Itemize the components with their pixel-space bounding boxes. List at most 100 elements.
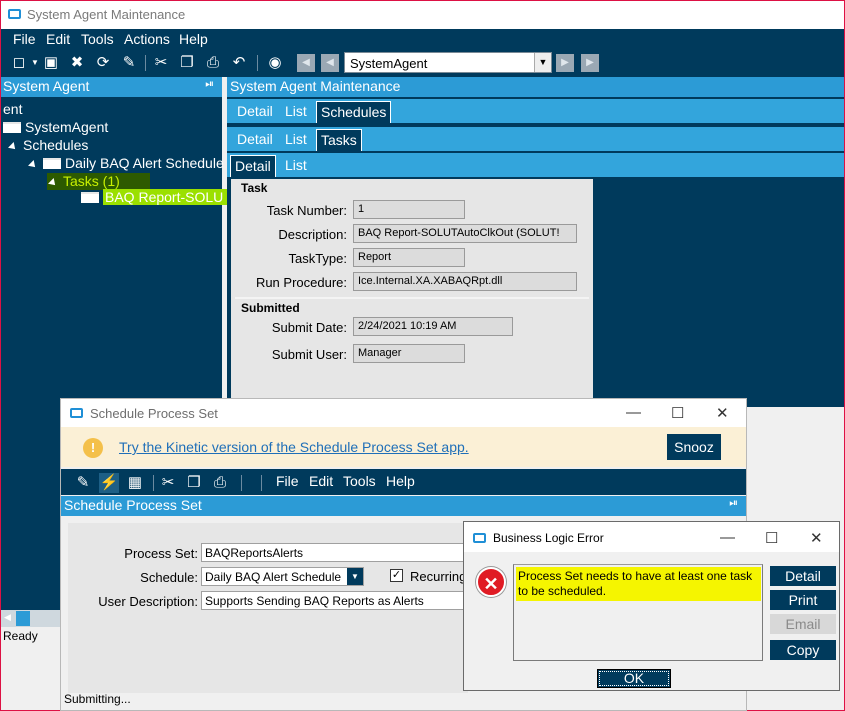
cut-icon[interactable]: ✂ [151,53,171,73]
panel-title-bar: System Agent Maintenance [227,77,844,97]
user-description-label: User Description: [98,594,198,609]
app-icon [70,408,83,418]
user-description-field[interactable]: Supports Sending BAQ Reports as Alerts [201,591,471,610]
last-record-icon[interactable]: ▶ [581,54,599,72]
ok-button[interactable]: OK [597,669,671,688]
delete-icon[interactable]: ✖ [67,53,87,73]
clear-icon[interactable]: ✎ [73,473,93,493]
maximize-icon[interactable]: ☐ [671,404,684,422]
folder-icon [81,192,99,203]
copy-icon[interactable]: ❐ [177,53,197,73]
tree-node-label: Tasks (1) [63,173,120,189]
pin-icon[interactable]: ⏯ [205,78,214,91]
tree-node-label: BAQ Report-SOLU [103,189,240,205]
tab-tasks[interactable]: Tasks [316,129,362,151]
tasktype-field[interactable]: Report [353,248,465,267]
panel-title: System Agent Maintenance [230,78,401,94]
tree-node-schedules[interactable]: Schedules [8,137,89,153]
system-agent-combo[interactable]: SystemAgent ▼ [344,52,552,73]
tab-list[interactable]: List [281,155,311,177]
maximize-icon[interactable]: ☐ [765,529,778,547]
tab-detail[interactable]: Detail [233,101,277,123]
paste-icon[interactable]: ⎙ [203,53,223,73]
previous-record-icon[interactable]: ◀ [321,54,339,72]
tree-node-system-agent[interactable]: SystemAgent [3,119,108,135]
submit-date-field[interactable]: 2/24/2021 10:19 AM [353,317,513,336]
refresh-icon[interactable]: ⟳ [93,53,113,73]
recurring-label: Recurring [410,569,467,584]
copy-icon[interactable]: ❐ [184,473,204,493]
expand-icon[interactable] [8,142,18,152]
recurring-checkbox[interactable]: ✓ [390,569,403,582]
expand-icon[interactable] [48,178,58,188]
task-number-label: Task Number: [266,203,347,218]
menu-actions[interactable]: Actions [124,31,170,47]
schedule-combo[interactable]: Daily BAQ Alert Schedule ▼ [201,567,364,586]
submit-user-field[interactable]: Manager [353,344,465,363]
menu-tools[interactable]: Tools [343,473,376,489]
folder-icon [3,122,21,133]
system-agent-combo-value: SystemAgent [350,56,428,71]
save-icon[interactable]: ▣ [41,53,61,73]
next-record-icon[interactable]: ▶ [556,54,574,72]
tree-node-baq-report[interactable]: BAQ Report-SOLU [81,189,240,205]
menu-tools[interactable]: Tools [81,31,114,47]
folder-icon [43,158,61,169]
kinetic-link[interactable]: Try the Kinetic version of the Schedule … [119,439,469,455]
minimize-icon[interactable]: — [720,529,735,546]
first-record-icon[interactable]: ◀ [297,54,315,72]
close-icon[interactable]: ✕ [716,404,729,422]
error-title-bar: Business Logic Error — ☐ ✕ [464,522,839,552]
menu-help[interactable]: Help [179,31,208,47]
tree-node-daily-baq[interactable]: Daily BAQ Alert Schedule [28,155,224,171]
window-icon[interactable]: ▦ [125,473,145,493]
menu-help[interactable]: Help [386,473,415,489]
binoculars-icon[interactable]: ◉ [265,53,285,73]
description-field[interactable]: BAQ Report-SOLUTAutoClkOut (SOLUT! [353,224,577,243]
copy-button[interactable]: Copy [770,640,836,660]
paste-icon[interactable]: ⎙ [210,473,230,493]
detail-button[interactable]: Detail [770,566,836,586]
chevron-down-icon[interactable]: ▼ [534,53,551,72]
tree-node-label: Schedules [23,137,89,153]
undo-icon[interactable]: ↶ [229,53,249,73]
process-set-field[interactable]: BAQReportsAlerts [201,543,471,562]
run-procedure-label: Run Procedure: [255,275,347,290]
tab-list[interactable]: List [281,129,311,151]
menu-file[interactable]: File [13,31,36,47]
error-message-box[interactable]: Process Set needs to have at least one t… [513,564,763,661]
task-number-field[interactable]: 1 [353,200,465,219]
submit-date-label: Submit Date: [271,320,347,335]
pin-icon[interactable]: ⏯ [729,497,738,510]
print-button[interactable]: Print [770,590,836,610]
clear-icon[interactable]: ✎ [119,53,139,73]
tab-row-detail: Detail List [227,153,844,177]
tab-detail[interactable]: Detail [230,155,276,177]
tree-node-root[interactable]: ent [3,101,22,117]
schedule-icon[interactable]: ⚡ [99,473,119,493]
scroll-thumb[interactable] [16,611,30,626]
tab-row-schedules: Detail List Schedules [227,99,844,123]
scroll-left-icon[interactable]: ◀ [4,612,11,623]
snooze-button[interactable]: Snooz [667,434,721,460]
tab-list[interactable]: List [281,101,311,123]
menu-edit[interactable]: Edit [309,473,333,489]
close-icon[interactable]: ✕ [810,529,823,547]
tab-detail[interactable]: Detail [233,129,277,151]
sps-header: Schedule Process Set ⏯ [61,496,746,516]
run-procedure-field[interactable]: Ice.Internal.XA.XABAQRpt.dll [353,272,577,291]
menu-edit[interactable]: Edit [46,31,70,47]
toolbar-divider [145,55,146,71]
toolbar-divider [261,475,262,491]
status-text: Ready [3,629,38,643]
chevron-down-icon[interactable]: ▼ [347,568,363,585]
tab-schedules[interactable]: Schedules [316,101,392,123]
email-button[interactable]: Email [770,614,836,634]
tree-node-tasks[interactable]: Tasks (1) [47,173,150,190]
expand-icon[interactable] [28,160,38,170]
menu-file[interactable]: File [276,473,299,489]
submitted-group-label: Submitted [241,301,300,315]
cut-icon[interactable]: ✂ [158,473,178,493]
minimize-icon[interactable]: — [626,404,641,421]
app-icon [473,533,486,543]
